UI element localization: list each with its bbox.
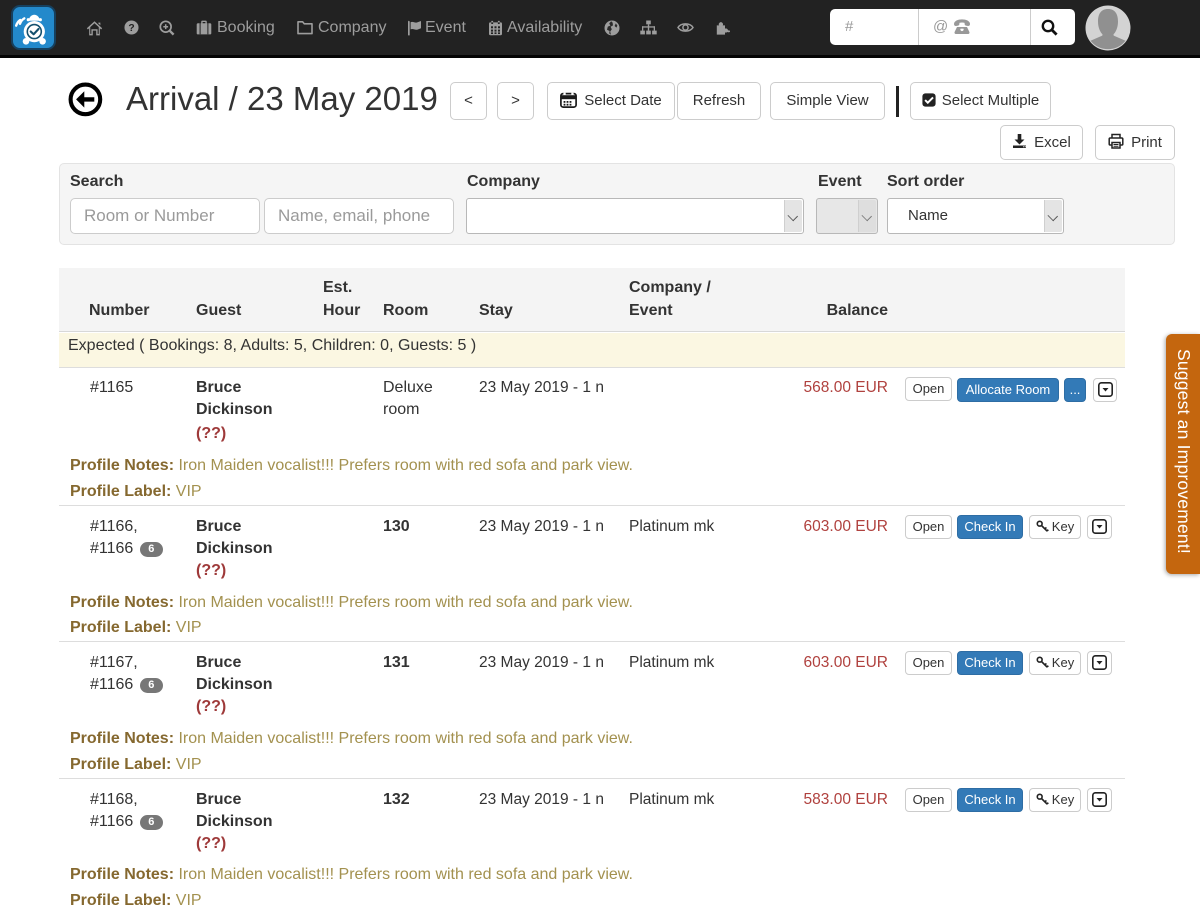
- svg-text:?: ?: [128, 23, 134, 34]
